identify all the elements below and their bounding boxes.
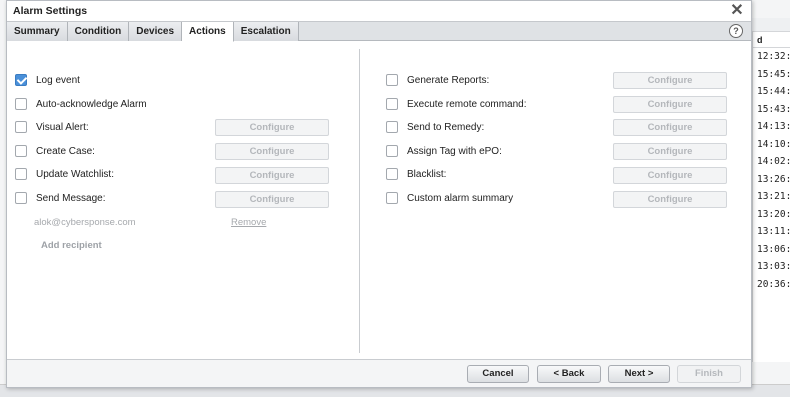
help-icon[interactable]: ?: [729, 24, 743, 38]
visual-alert-configure-button[interactable]: Configure: [215, 119, 329, 136]
create-case-label: Create Case:: [36, 145, 95, 157]
custom-alarm-summary-label: Custom alarm summary: [407, 192, 514, 204]
auto-ack-row: Auto-acknowledge Alarm: [15, 96, 147, 112]
background-time-cell: 15:44:: [757, 86, 790, 97]
background-time-cell: 13:26:: [757, 173, 790, 185]
background-column-header: d: [753, 32, 790, 48]
background-time-cell: 13:21:: [757, 191, 790, 202]
send-remedy-row: Send to Remedy:: [386, 119, 484, 135]
visual-alert-checkbox[interactable]: [15, 121, 27, 133]
execute-remote-configure-button[interactable]: Configure: [613, 96, 727, 113]
tab-condition[interactable]: Condition: [67, 22, 130, 41]
background-time-cell: 13:11:: [757, 226, 790, 237]
assign-tag-configure-button[interactable]: Configure: [613, 143, 727, 160]
custom-alarm-summary-checkbox[interactable]: [386, 192, 398, 204]
background-time-cell: 14:10:: [757, 138, 790, 150]
blacklist-configure-button[interactable]: Configure: [613, 167, 727, 184]
background-time-cell: 13:20:: [757, 208, 790, 220]
dialog-footer: Cancel < Back Next > Finish: [7, 359, 751, 387]
back-button[interactable]: < Back: [537, 365, 601, 383]
finish-button[interactable]: Finish: [677, 365, 741, 383]
background-time-cell: 13:06:: [757, 243, 790, 255]
send-to-remedy-configure-button[interactable]: Configure: [613, 119, 727, 136]
visual-alert-label: Visual Alert:: [36, 121, 89, 133]
send-message-configure-button[interactable]: Configure: [215, 191, 329, 208]
tab-bar: Summary Condition Devices Actions Escala…: [7, 21, 751, 42]
generate-reports-checkbox[interactable]: [386, 74, 398, 86]
send-message-row: Send Message:: [15, 190, 106, 206]
execute-remote-row: Execute remote command:: [386, 96, 527, 112]
update-watchlist-row: Update Watchlist:: [15, 166, 114, 182]
tab-escalation[interactable]: Escalation: [233, 22, 299, 41]
visual-alert-row: Visual Alert:: [15, 119, 89, 135]
actions-panel: Log event Auto-acknowledge Alarm Visual …: [7, 43, 751, 359]
assign-tag-label: Assign Tag with ePO:: [407, 145, 502, 157]
blacklist-checkbox[interactable]: [386, 168, 398, 180]
cancel-button[interactable]: Cancel: [467, 365, 529, 383]
assign-tag-row: Assign Tag with ePO:: [386, 143, 502, 159]
log-event-row: Log event: [15, 72, 80, 88]
create-case-row: Create Case:: [15, 143, 95, 159]
log-event-checkbox[interactable]: [15, 74, 27, 86]
log-event-label: Log event: [36, 74, 80, 86]
tab-actions[interactable]: Actions: [182, 22, 234, 42]
next-button[interactable]: Next >: [608, 365, 670, 383]
remove-recipient-link[interactable]: Remove: [231, 217, 266, 228]
background-time-cell: 13:03:: [757, 261, 790, 272]
column-divider: [359, 49, 360, 353]
assign-tag-checkbox[interactable]: [386, 145, 398, 157]
blacklist-row: Blacklist:: [386, 166, 446, 182]
recipient-email: alok@cybersponse.com: [34, 217, 136, 228]
auto-acknowledge-label: Auto-acknowledge Alarm: [36, 98, 147, 110]
generate-reports-label: Generate Reports:: [407, 74, 490, 86]
background-time-cell: 14:13:: [757, 121, 790, 132]
create-case-checkbox[interactable]: [15, 145, 27, 157]
dialog-titlebar: Alarm Settings ✕: [7, 1, 751, 21]
background-table-toolbar: [752, 18, 790, 32]
background-time-list: 12:32: 15:45: 15:44: 15:43: 14:13: 14:10…: [753, 48, 790, 293]
generate-reports-configure-button[interactable]: Configure: [613, 72, 727, 89]
background-time-cell: 15:45:: [757, 68, 790, 80]
execute-remote-command-label: Execute remote command:: [407, 98, 527, 110]
update-watchlist-checkbox[interactable]: [15, 168, 27, 180]
send-to-remedy-label: Send to Remedy:: [407, 121, 485, 133]
add-recipient-link[interactable]: Add recipient: [41, 240, 102, 251]
custom-summary-row: Custom alarm summary: [386, 190, 513, 206]
generate-reports-row: Generate Reports:: [386, 72, 489, 88]
close-icon[interactable]: ✕: [729, 3, 745, 19]
dialog-title: Alarm Settings: [13, 5, 88, 17]
custom-summary-configure-button[interactable]: Configure: [613, 191, 727, 208]
execute-remote-command-checkbox[interactable]: [386, 98, 398, 110]
auto-acknowledge-checkbox[interactable]: [15, 98, 27, 110]
update-watchlist-configure-button[interactable]: Configure: [215, 167, 329, 184]
background-time-cell: 12:32:: [757, 51, 790, 62]
tab-summary[interactable]: Summary: [7, 22, 68, 41]
update-watchlist-label: Update Watchlist:: [36, 168, 114, 180]
blacklist-label: Blacklist:: [407, 168, 447, 180]
background-time-cell: 14:02:: [757, 156, 790, 167]
background-time-column: d 12:32: 15:45: 15:44: 15:43: 14:13: 14:…: [752, 32, 790, 362]
background-time-cell: 20:36:: [757, 278, 790, 290]
send-to-remedy-checkbox[interactable]: [386, 121, 398, 133]
send-message-label: Send Message:: [36, 192, 106, 204]
background-time-cell: 15:43:: [757, 103, 790, 115]
create-case-configure-button[interactable]: Configure: [215, 143, 329, 160]
tab-devices[interactable]: Devices: [129, 22, 183, 41]
alarm-settings-dialog: Alarm Settings ✕ Summary Condition Devic…: [6, 0, 752, 388]
send-message-checkbox[interactable]: [15, 192, 27, 204]
